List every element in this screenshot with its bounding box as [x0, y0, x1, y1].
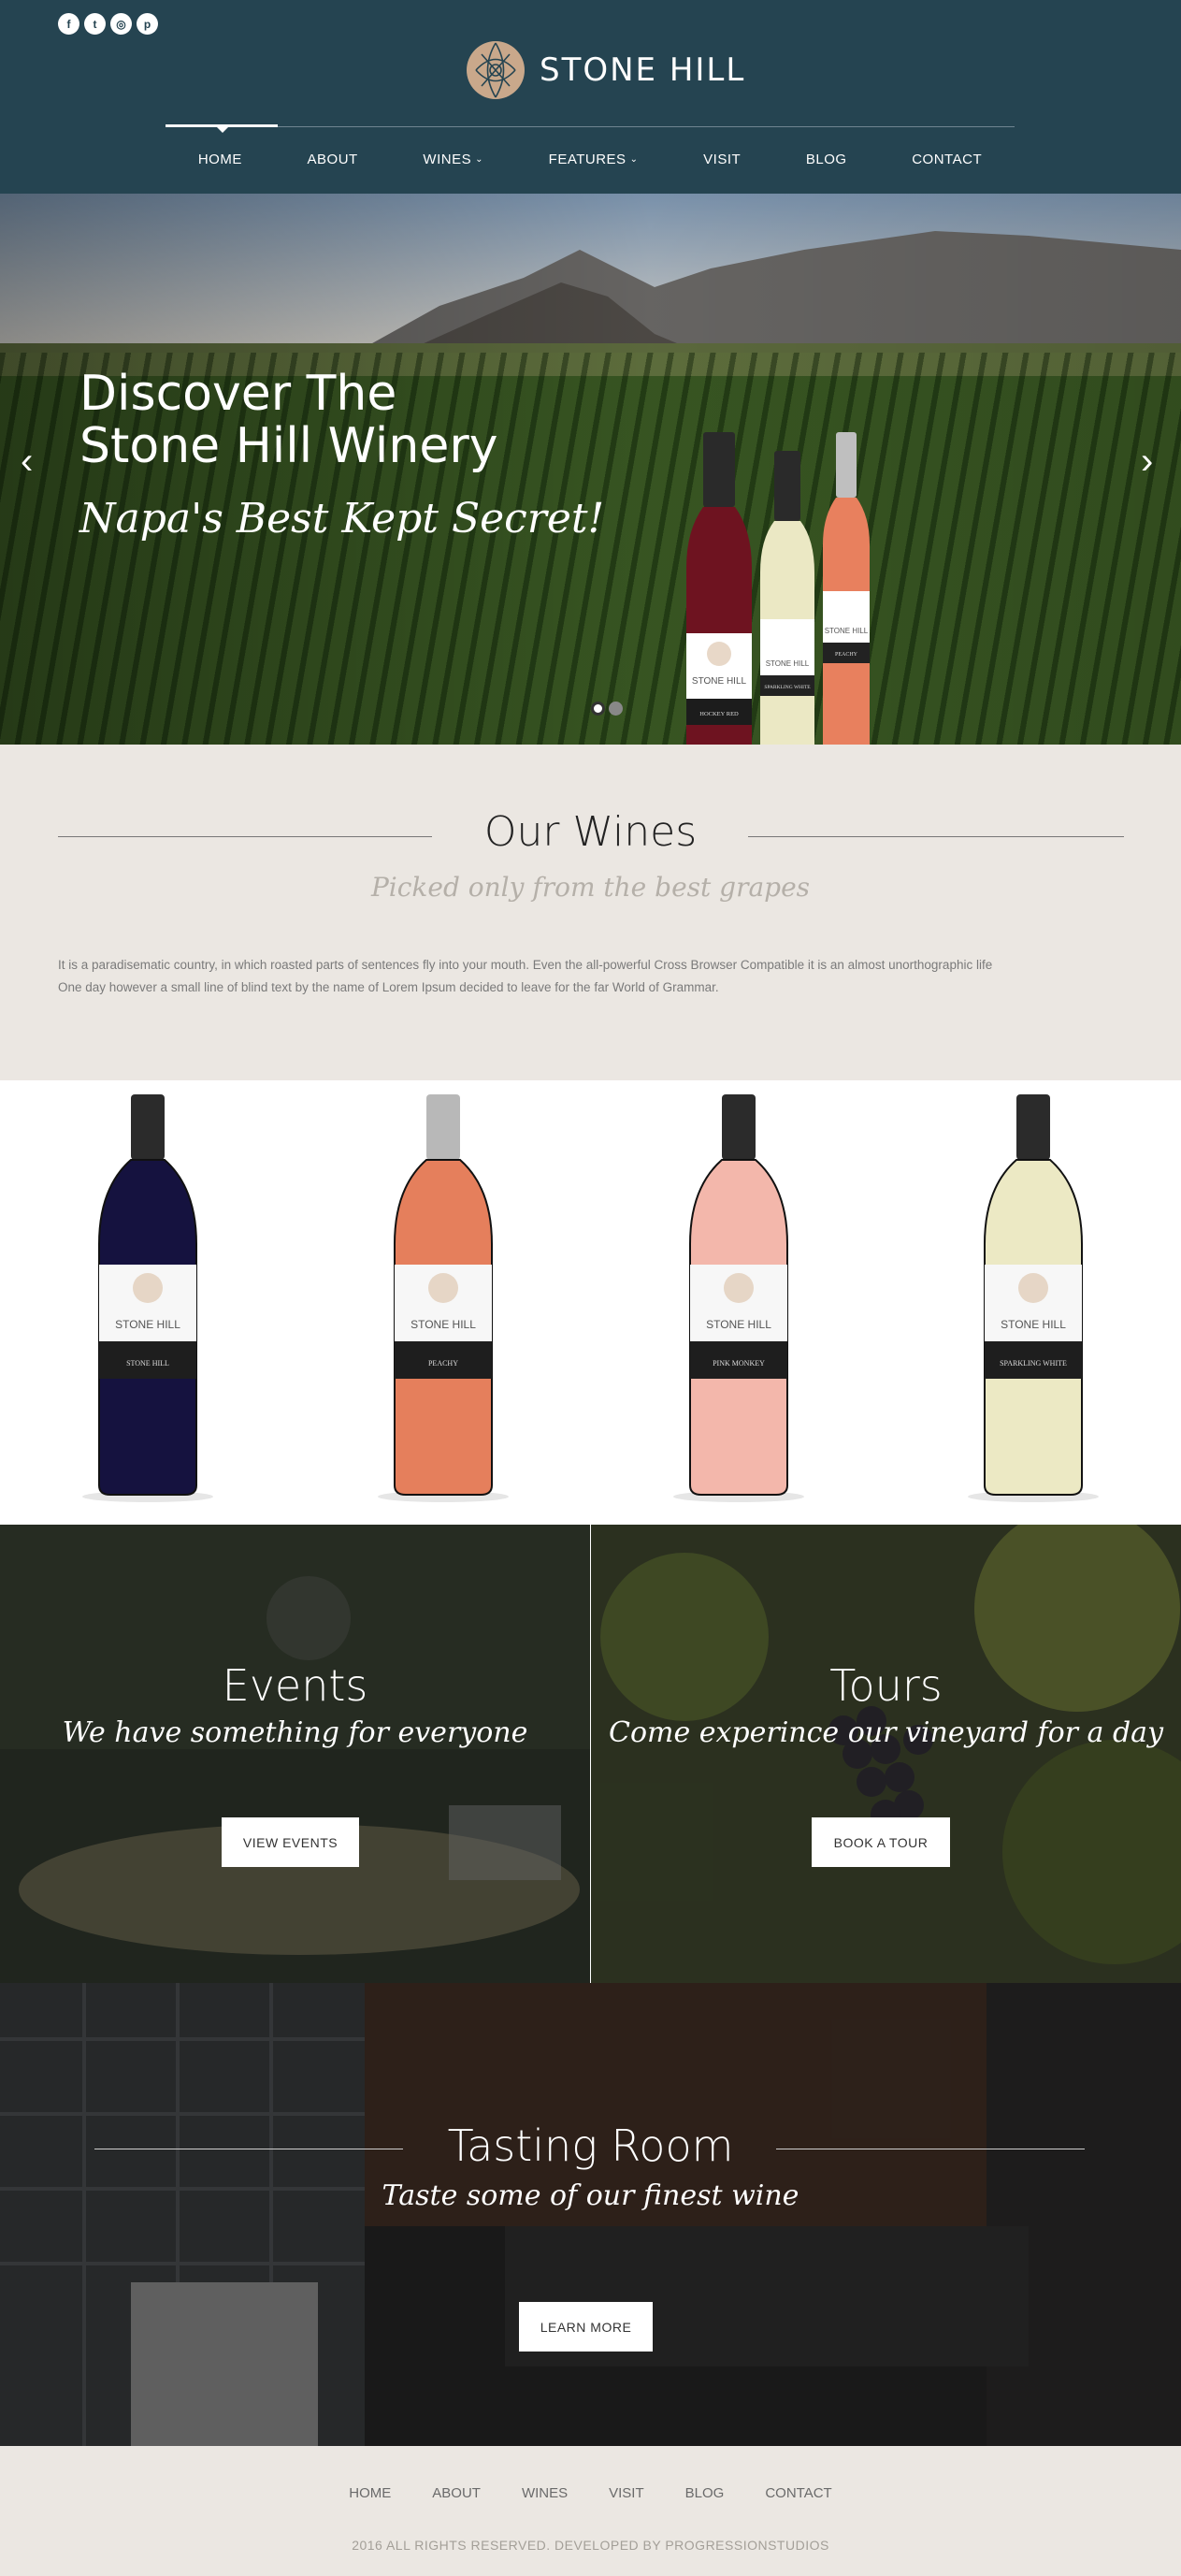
bottle-name: PINK MONKEY — [713, 1359, 765, 1368]
nav-features-label: FEATURES — [548, 152, 627, 167]
footer-link-home[interactable]: HOME — [349, 2485, 391, 2501]
nav-about-label: ABOUT — [307, 152, 358, 167]
bottle-brand: STONE HILL — [410, 1318, 476, 1331]
tasting-room-tagline: Taste some of our finest wine — [382, 2179, 799, 2212]
wine-bottle-pink-monkey[interactable]: STONE HILL PINK MONKEY — [673, 1094, 804, 1506]
intro-line-1: It is a paradisematic country, in which … — [58, 958, 993, 972]
tours-title: Tours — [829, 1660, 943, 1711]
events-tagline: We have something for everyone — [62, 1716, 528, 1749]
nav-contact-label: CONTACT — [912, 152, 983, 167]
nav-wines-label: WINES — [423, 152, 472, 167]
nav-active-caret — [217, 127, 228, 133]
wine-bottles-row: STONE HILL STONE HILL STONE HILL PEACHY … — [0, 1080, 1181, 1525]
bottle-name: PEACHY — [428, 1359, 458, 1368]
wine-bottle-peachy[interactable]: STONE HILL PEACHY — [378, 1094, 509, 1506]
hero-tagline: Napa's Best Kept Secret! — [79, 495, 605, 543]
footer-link-blog[interactable]: BLOG — [685, 2485, 725, 2501]
wine-bottle-stone-hill[interactable]: STONE HILL STONE HILL — [82, 1094, 213, 1506]
wine-bottle-sparkling-white[interactable]: STONE HILL SPARKLING WHITE — [968, 1094, 1099, 1506]
hero-bottle-red-label: HOCKEY RED — [699, 711, 739, 717]
social-links: f t ◎ p — [58, 13, 158, 35]
footer-link-visit[interactable]: VISIT — [609, 2485, 644, 2501]
twitter-icon[interactable]: t — [84, 13, 106, 35]
slider-dots — [591, 702, 623, 716]
intro-line-2: One day however a small line of blind te… — [58, 980, 719, 994]
nav-home[interactable]: HOME — [198, 152, 242, 167]
hero-bottles: STONE HILL PEACHY STONE HILL SPARKLING W… — [686, 432, 870, 745]
pinterest-icon[interactable]: p — [137, 13, 158, 35]
site-footer: HOME ABOUT WINES VISIT BLOG CONTACT 2016… — [0, 2446, 1181, 2576]
nav-visit-label: VISIT — [703, 152, 742, 167]
hero-title-line1: Discover The — [79, 366, 397, 422]
slider-dot-1[interactable] — [591, 702, 605, 716]
tours-tagline: Come experince our vineyard for a day — [608, 1716, 1164, 1749]
bottle-brand: STONE HILL — [1001, 1318, 1066, 1331]
nav-blog[interactable]: BLOG — [806, 152, 847, 167]
slider-dot-2[interactable] — [609, 702, 623, 716]
bottle-image: STONE HILL PINK MONKEY — [673, 1094, 804, 1502]
brand-name: STONE HILL — [540, 51, 746, 89]
tasting-room-section: Tasting Room Taste some of our finest wi… — [0, 1983, 1181, 2446]
tours-panel: Tours Come experince our vineyard for a … — [591, 1525, 1181, 1983]
main-nav: HOME ABOUT WINES ⌄ FEATURES ⌄ VISIT BLOG C… — [166, 152, 1015, 167]
copyright-text: 2016 ALL RIGHTS RESERVED. DEVELOPED BY P… — [352, 2538, 829, 2553]
our-wines-section: Our Wines Picked only from the best grap… — [0, 745, 1181, 1080]
instagram-icon[interactable]: ◎ — [110, 13, 132, 35]
nav-wines[interactable]: WINES ⌄ — [423, 152, 483, 167]
tours-overlay — [591, 1525, 1181, 1983]
chevron-down-icon: ⌄ — [629, 154, 639, 165]
chevron-right-icon[interactable]: › — [1141, 442, 1153, 480]
site-header: f t ◎ p STONE HILL HOME ABOUT WINES ⌄ FEA… — [0, 0, 1181, 194]
hero-title: Discover The Stone Hill Winery — [79, 368, 497, 472]
bottle-image: STONE HILL PEACHY — [378, 1094, 509, 1502]
footer-link-about[interactable]: ABOUT — [432, 2485, 481, 2501]
our-wines-intro: It is a paradisematic country, in which … — [58, 954, 1124, 999]
bottle-brand: STONE HILL — [706, 1318, 771, 1331]
tasting-room-title: Tasting Room — [447, 2120, 734, 2171]
hero-bottle-peachy-label: PEACHY — [835, 652, 858, 658]
hero-slider: STONE HILL PEACHY STONE HILL SPARKLING W… — [0, 194, 1181, 745]
nav-home-label: HOME — [197, 152, 242, 167]
events-panel: Events We have something for everyone VI… — [0, 1525, 590, 1983]
hero-bottle-red-brand: STONE HILL — [692, 676, 747, 687]
bottle-brand: STONE HILL — [115, 1318, 180, 1331]
bottle-image: STONE HILL SPARKLING WHITE — [968, 1094, 1099, 1502]
bottle-name: STONE HILL — [126, 1359, 169, 1368]
events-overlay — [0, 1525, 590, 1983]
view-events-button[interactable]: VIEW EVENTS — [222, 1817, 359, 1867]
footer-link-wines[interactable]: WINES — [522, 2485, 568, 2501]
chevron-left-icon[interactable]: ‹ — [21, 442, 33, 480]
nav-features[interactable]: FEATURES ⌄ — [549, 152, 639, 167]
our-wines-subtitle: Picked only from the best grapes — [370, 872, 811, 903]
chevron-down-icon: ⌄ — [475, 154, 483, 165]
nav-visit[interactable]: VISIT — [703, 152, 741, 167]
events-title: Events — [222, 1660, 368, 1711]
brand-logo-link[interactable]: STONE HILL — [465, 39, 745, 101]
hero-bottle-peachy-brand: STONE HILL — [825, 627, 869, 635]
book-a-tour-button[interactable]: BOOK A TOUR — [812, 1817, 950, 1867]
hero-bottle-white-label: SPARKLING WHITE — [764, 685, 811, 690]
tasting-room-overlay — [0, 1983, 1181, 2446]
bottle-name: SPARKLING WHITE — [1000, 1359, 1067, 1368]
footer-link-contact[interactable]: CONTACT — [765, 2485, 831, 2501]
our-wines-title: Our Wines — [483, 808, 698, 856]
hero-bottle-white-brand: STONE HILL — [766, 659, 810, 668]
nav-divider — [166, 126, 1015, 127]
learn-more-button[interactable]: LEARN MORE — [519, 2302, 653, 2352]
facebook-icon[interactable]: f — [58, 13, 79, 35]
winery-logo-icon — [467, 41, 525, 99]
nav-blog-label: BLOG — [805, 152, 847, 167]
hero-title-line2: Stone Hill Winery — [79, 418, 498, 474]
bottle-image: STONE HILL STONE HILL — [82, 1094, 213, 1502]
nav-about[interactable]: ABOUT — [308, 152, 358, 167]
footer-nav: HOME ABOUT WINES VISIT BLOG CONTACT — [0, 2485, 1181, 2501]
nav-contact[interactable]: CONTACT — [912, 152, 982, 167]
